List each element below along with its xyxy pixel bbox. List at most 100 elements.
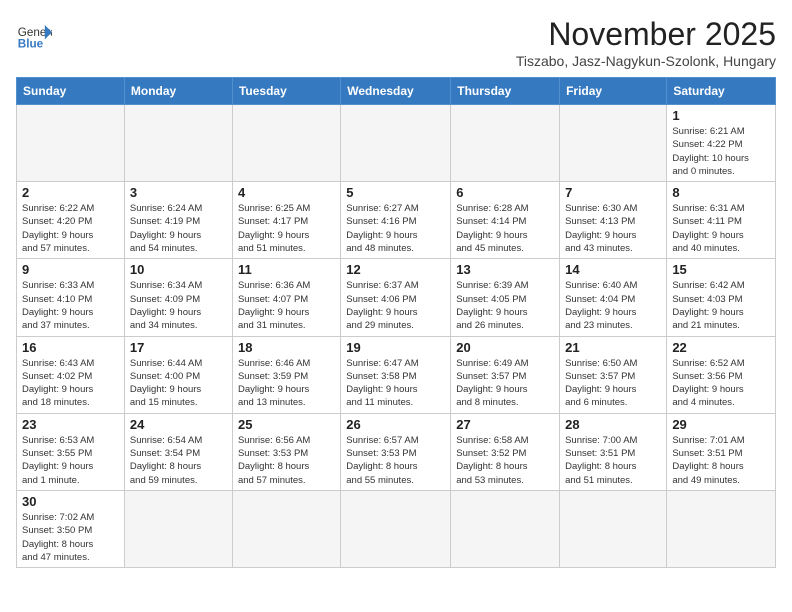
calendar-cell: 22Sunrise: 6:52 AM Sunset: 3:56 PM Dayli…: [667, 336, 776, 413]
calendar-cell: [124, 105, 232, 182]
day-info: Sunrise: 6:27 AM Sunset: 4:16 PM Dayligh…: [346, 202, 445, 255]
week-row-1: 1 Sunrise: 6:21 AM Sunset: 4:22 PM Daylig…: [17, 105, 776, 182]
calendar-cell: 24 Sunrise: 6:54 AM Sunset: 3:54 PM Dayli…: [124, 413, 232, 490]
day-number: 10: [130, 262, 227, 277]
calendar-cell: [341, 105, 451, 182]
week-row-2: 2Sunrise: 6:22 AM Sunset: 4:20 PM Daylig…: [17, 182, 776, 259]
weekday-header-tuesday: Tuesday: [232, 78, 340, 105]
calendar-cell: 25 Sunrise: 6:56 AM Sunset: 3:53 PM Dayli…: [232, 413, 340, 490]
calendar-cell: [17, 105, 125, 182]
calendar-cell: 18 Sunrise: 6:46 AM Sunset: 3:59 PM Dayli…: [232, 336, 340, 413]
day-number: 8: [672, 185, 770, 200]
day-number: 16: [22, 340, 119, 355]
title-block: November 2025 Tiszabo, Jasz-Nagykun-Szol…: [516, 16, 776, 69]
day-number: 19: [346, 340, 445, 355]
calendar-cell: [232, 490, 340, 567]
calendar-cell: [667, 490, 776, 567]
day-number: 4: [238, 185, 335, 200]
day-info: Sunrise: 6:44 AM Sunset: 4:00 PM Dayligh…: [130, 357, 227, 410]
day-info: Sunrise: 7:02 AM Sunset: 3:50 PM Dayligh…: [22, 511, 119, 564]
calendar-cell: 1 Sunrise: 6:21 AM Sunset: 4:22 PM Daylig…: [667, 105, 776, 182]
location: Tiszabo, Jasz-Nagykun-Szolonk, Hungary: [516, 53, 776, 69]
svg-text:Blue: Blue: [18, 38, 44, 51]
day-info: Sunrise: 7:00 AM Sunset: 3:51 PM Dayligh…: [565, 434, 661, 487]
calendar-cell: 5 Sunrise: 6:27 AM Sunset: 4:16 PM Daylig…: [341, 182, 451, 259]
day-number: 27: [456, 417, 554, 432]
day-info: Sunrise: 7:01 AM Sunset: 3:51 PM Dayligh…: [672, 434, 770, 487]
calendar: SundayMondayTuesdayWednesdayThursdayFrid…: [16, 77, 776, 568]
logo: General Blue: [16, 16, 52, 52]
calendar-cell: [232, 105, 340, 182]
weekday-header-thursday: Thursday: [451, 78, 560, 105]
calendar-cell: [124, 490, 232, 567]
calendar-cell: 29 Sunrise: 7:01 AM Sunset: 3:51 PM Dayli…: [667, 413, 776, 490]
calendar-cell: 9Sunrise: 6:33 AM Sunset: 4:10 PM Daylig…: [17, 259, 125, 336]
day-info: Sunrise: 6:31 AM Sunset: 4:11 PM Dayligh…: [672, 202, 770, 255]
day-number: 7: [565, 185, 661, 200]
weekday-header-saturday: Saturday: [667, 78, 776, 105]
calendar-cell: [451, 105, 560, 182]
day-info: Sunrise: 6:40 AM Sunset: 4:04 PM Dayligh…: [565, 279, 661, 332]
calendar-cell: 4 Sunrise: 6:25 AM Sunset: 4:17 PM Daylig…: [232, 182, 340, 259]
calendar-cell: 17 Sunrise: 6:44 AM Sunset: 4:00 PM Dayli…: [124, 336, 232, 413]
week-row-3: 9Sunrise: 6:33 AM Sunset: 4:10 PM Daylig…: [17, 259, 776, 336]
calendar-cell: 30Sunrise: 7:02 AM Sunset: 3:50 PM Dayli…: [17, 490, 125, 567]
day-number: 17: [130, 340, 227, 355]
weekday-header-wednesday: Wednesday: [341, 78, 451, 105]
calendar-cell: 28 Sunrise: 7:00 AM Sunset: 3:51 PM Dayli…: [560, 413, 667, 490]
day-info: Sunrise: 6:54 AM Sunset: 3:54 PM Dayligh…: [130, 434, 227, 487]
calendar-cell: 12Sunrise: 6:37 AM Sunset: 4:06 PM Dayli…: [341, 259, 451, 336]
day-number: 25: [238, 417, 335, 432]
day-info: Sunrise: 6:46 AM Sunset: 3:59 PM Dayligh…: [238, 357, 335, 410]
calendar-cell: 3Sunrise: 6:24 AM Sunset: 4:19 PM Daylig…: [124, 182, 232, 259]
calendar-cell: [451, 490, 560, 567]
calendar-cell: 16 Sunrise: 6:43 AM Sunset: 4:02 PM Dayli…: [17, 336, 125, 413]
logo-icon: General Blue: [16, 16, 52, 52]
day-number: 23: [22, 417, 119, 432]
day-info: Sunrise: 6:34 AM Sunset: 4:09 PM Dayligh…: [130, 279, 227, 332]
week-row-4: 16 Sunrise: 6:43 AM Sunset: 4:02 PM Dayli…: [17, 336, 776, 413]
day-number: 24: [130, 417, 227, 432]
day-number: 12: [346, 262, 445, 277]
week-row-6: 30Sunrise: 7:02 AM Sunset: 3:50 PM Dayli…: [17, 490, 776, 567]
day-info: Sunrise: 6:50 AM Sunset: 3:57 PM Dayligh…: [565, 357, 661, 410]
day-info: Sunrise: 6:30 AM Sunset: 4:13 PM Dayligh…: [565, 202, 661, 255]
day-number: 11: [238, 262, 335, 277]
day-info: Sunrise: 6:28 AM Sunset: 4:14 PM Dayligh…: [456, 202, 554, 255]
calendar-cell: 8 Sunrise: 6:31 AM Sunset: 4:11 PM Daylig…: [667, 182, 776, 259]
calendar-cell: 19 Sunrise: 6:47 AM Sunset: 3:58 PM Dayli…: [341, 336, 451, 413]
day-info: Sunrise: 6:57 AM Sunset: 3:53 PM Dayligh…: [346, 434, 445, 487]
day-number: 21: [565, 340, 661, 355]
day-number: 29: [672, 417, 770, 432]
day-info: Sunrise: 6:25 AM Sunset: 4:17 PM Dayligh…: [238, 202, 335, 255]
day-info: Sunrise: 6:21 AM Sunset: 4:22 PM Dayligh…: [672, 125, 770, 178]
week-row-5: 23 Sunrise: 6:53 AM Sunset: 3:55 PM Dayli…: [17, 413, 776, 490]
day-info: Sunrise: 6:53 AM Sunset: 3:55 PM Dayligh…: [22, 434, 119, 487]
calendar-cell: 7 Sunrise: 6:30 AM Sunset: 4:13 PM Daylig…: [560, 182, 667, 259]
day-number: 28: [565, 417, 661, 432]
calendar-cell: 21 Sunrise: 6:50 AM Sunset: 3:57 PM Dayli…: [560, 336, 667, 413]
calendar-cell: 11Sunrise: 6:36 AM Sunset: 4:07 PM Dayli…: [232, 259, 340, 336]
day-number: 1: [672, 108, 770, 123]
day-number: 6: [456, 185, 554, 200]
day-number: 18: [238, 340, 335, 355]
weekday-header-friday: Friday: [560, 78, 667, 105]
calendar-cell: 10 Sunrise: 6:34 AM Sunset: 4:09 PM Dayli…: [124, 259, 232, 336]
day-number: 2: [22, 185, 119, 200]
day-number: 26: [346, 417, 445, 432]
calendar-cell: 26 Sunrise: 6:57 AM Sunset: 3:53 PM Dayli…: [341, 413, 451, 490]
calendar-cell: 20Sunrise: 6:49 AM Sunset: 3:57 PM Dayli…: [451, 336, 560, 413]
day-info: Sunrise: 6:42 AM Sunset: 4:03 PM Dayligh…: [672, 279, 770, 332]
day-info: Sunrise: 6:56 AM Sunset: 3:53 PM Dayligh…: [238, 434, 335, 487]
calendar-cell: [560, 105, 667, 182]
weekday-header-sunday: Sunday: [17, 78, 125, 105]
calendar-cell: 6 Sunrise: 6:28 AM Sunset: 4:14 PM Daylig…: [451, 182, 560, 259]
day-number: 20: [456, 340, 554, 355]
day-number: 5: [346, 185, 445, 200]
day-info: Sunrise: 6:43 AM Sunset: 4:02 PM Dayligh…: [22, 357, 119, 410]
day-info: Sunrise: 6:47 AM Sunset: 3:58 PM Dayligh…: [346, 357, 445, 410]
day-number: 14: [565, 262, 661, 277]
day-info: Sunrise: 6:52 AM Sunset: 3:56 PM Dayligh…: [672, 357, 770, 410]
calendar-cell: 27Sunrise: 6:58 AM Sunset: 3:52 PM Dayli…: [451, 413, 560, 490]
calendar-cell: 23 Sunrise: 6:53 AM Sunset: 3:55 PM Dayli…: [17, 413, 125, 490]
